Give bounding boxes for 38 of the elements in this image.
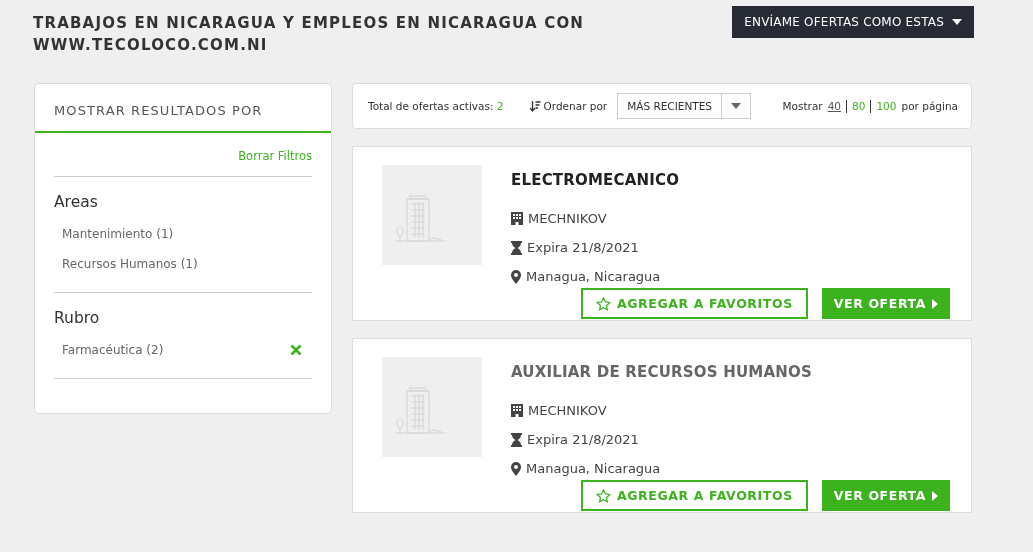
filter-option[interactable]: Farmacéutica (2): [62, 343, 164, 357]
per-page-label: por página: [901, 100, 958, 112]
page-size-link[interactable]: 40: [827, 100, 842, 112]
star-icon: [595, 488, 611, 503]
filter-panel-title: MOSTRAR RESULTADOS POR: [35, 84, 331, 133]
job-alert-button[interactable]: ENVÍAME OFERTAS COMO ESTAS: [732, 6, 974, 38]
sort-icon: [529, 100, 541, 112]
show-label: Mostrar: [782, 100, 823, 112]
job-title[interactable]: AUXILIAR DE RECURSOS HUMANOS: [511, 363, 950, 381]
sort-dropdown[interactable]: MÁS RECIENTES: [617, 93, 751, 119]
company-name: MECHNIKOV: [528, 211, 607, 226]
location-pin-icon: [511, 269, 521, 284]
caret-icon: [932, 490, 938, 501]
hourglass-icon: [511, 240, 522, 255]
expiry-date: Expira 21/8/2021: [527, 432, 639, 447]
building-icon: [396, 387, 446, 435]
filter-group-title: Rubro: [54, 309, 101, 327]
remove-filter-icon[interactable]: [290, 344, 302, 356]
star-icon: [595, 296, 611, 311]
hourglass-icon: [511, 432, 522, 447]
building-icon: [396, 195, 446, 243]
caret-icon: [731, 103, 741, 109]
active-offers-count: Total de ofertas activas: 2: [368, 100, 504, 112]
filter-option[interactable]: Recursos Humanos (1): [62, 257, 198, 271]
job-title[interactable]: ELECTROMECANICO: [511, 171, 950, 189]
expiry-date: Expira 21/8/2021: [527, 240, 639, 255]
job-location: Managua, Nicaragua: [526, 269, 661, 284]
job-location: Managua, Nicaragua: [526, 461, 661, 476]
filter-option[interactable]: Mantenimiento (1): [62, 227, 174, 241]
company-name: MECHNIKOV: [528, 403, 607, 418]
building-icon: [511, 404, 523, 417]
caret-icon: [932, 298, 938, 309]
location-pin-icon: [511, 461, 521, 476]
sort-label: Ordenar por: [543, 100, 608, 112]
page-title: TRABAJOS EN NICARAGUA Y EMPLEOS EN NICARAGUA CON WWW.TECOLOCO.COM.NI: [33, 13, 586, 56]
caret-icon: [952, 19, 962, 25]
building-icon: [511, 212, 523, 225]
filter-group-title: Areas: [54, 193, 99, 211]
